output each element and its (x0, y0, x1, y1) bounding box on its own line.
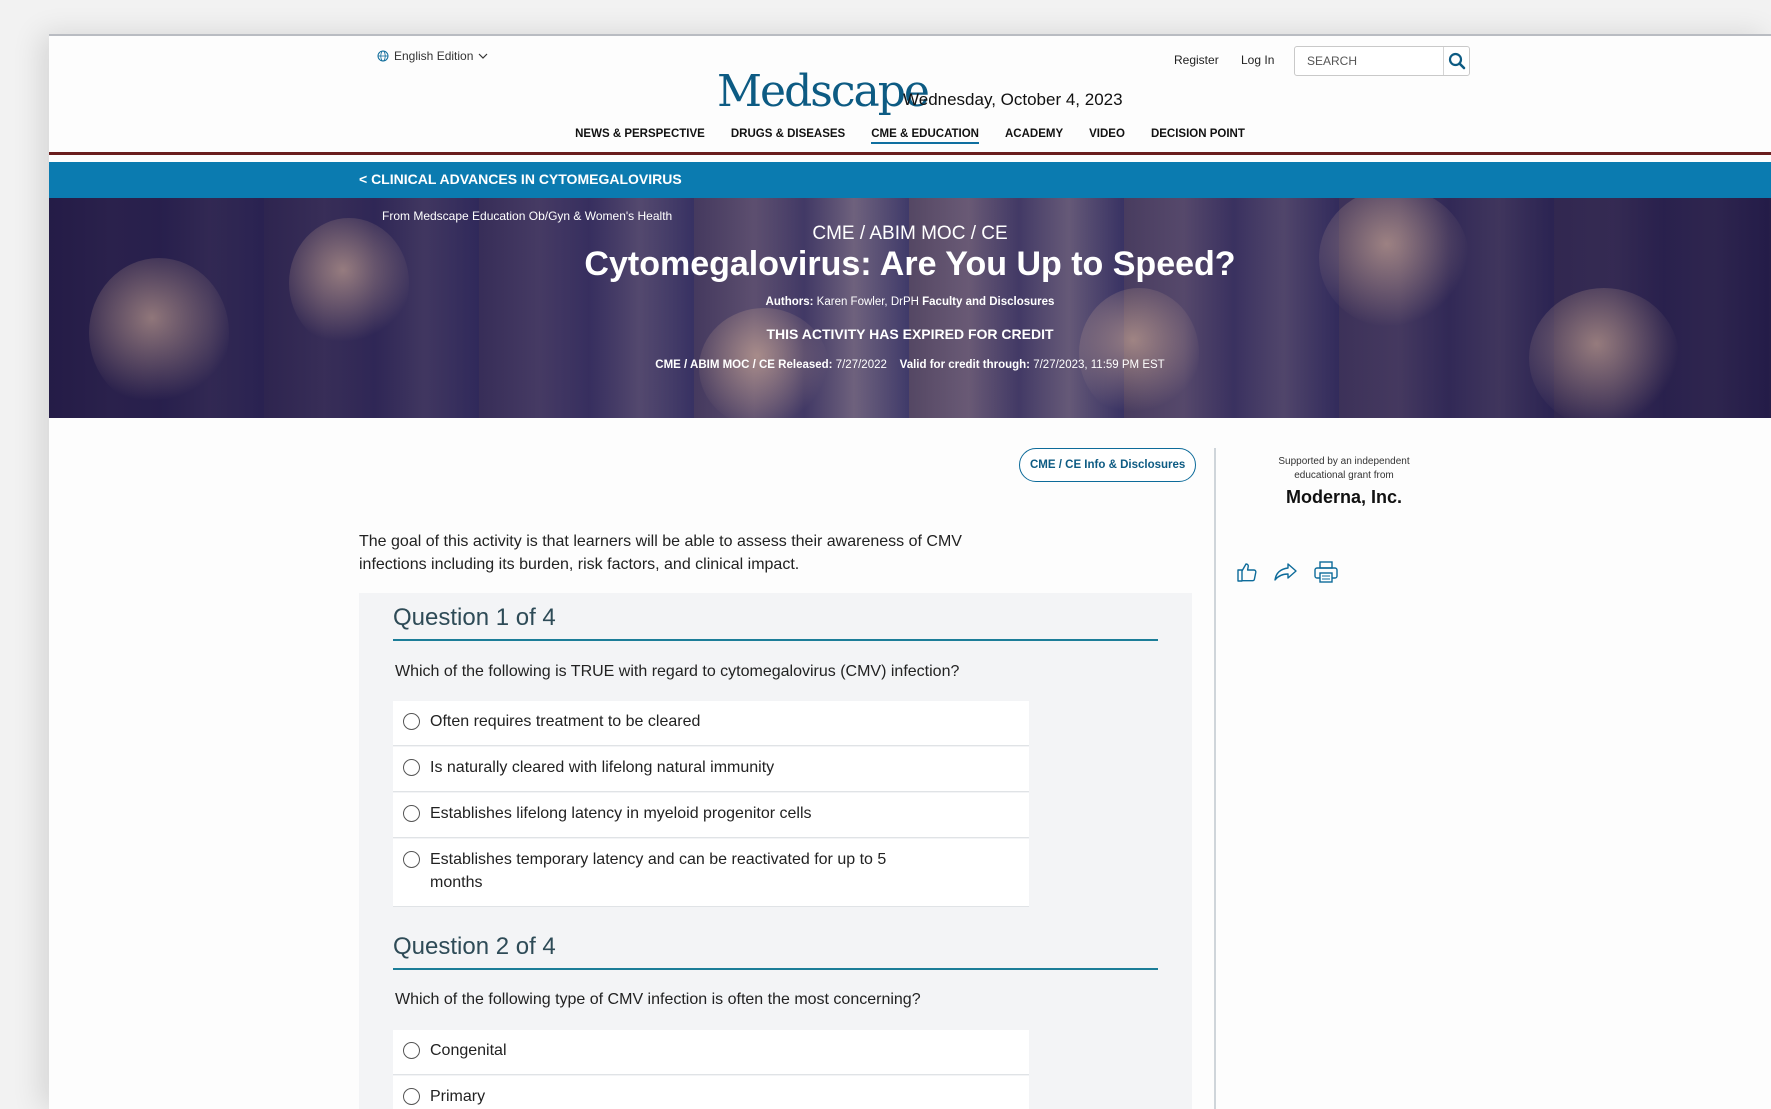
question-1-rule (393, 639, 1158, 641)
cme-info-button[interactable]: CME / CE Info & Disclosures (1019, 448, 1197, 482)
question-2-title: Question 2 of 4 (393, 933, 556, 960)
register-link[interactable]: Register (1174, 53, 1219, 67)
medscape-logo[interactable]: Medscape (717, 70, 930, 114)
grant-support: Supported by an independent educational … (1269, 455, 1419, 508)
edition-label: English Edition (394, 49, 474, 63)
series-back-link[interactable]: < CLINICAL ADVANCES IN CYTOMEGALOVIRUS (359, 171, 682, 187)
radio-button[interactable] (403, 713, 420, 730)
hero-banner: From Medscape Education Ob/Gyn & Women's… (49, 198, 1771, 418)
question-1-option-2[interactable]: Is naturally cleared with lifelong natur… (393, 747, 1029, 792)
support-line-2: educational grant from (1294, 470, 1394, 481)
activity-goal: The goal of this activity is that learne… (359, 533, 962, 573)
nav-news-perspective[interactable]: NEWS & PERSPECTIVE (562, 128, 718, 144)
page-title: Cytomegalovirus: Are You Up to Speed? (584, 245, 1236, 283)
authors-label: Authors: (765, 296, 814, 308)
print-icon[interactable] (1313, 560, 1339, 584)
globe-icon (377, 50, 389, 62)
option-label: Establishes lifelong latency in myeloid … (430, 805, 812, 822)
chevron-down-icon (478, 53, 488, 59)
browser-page: English Edition Register Log In Medscape… (49, 34, 1771, 1109)
search-icon (1448, 52, 1465, 70)
nav-cme-education[interactable]: CME & EDUCATION (858, 128, 992, 144)
option-label: Establishes temporary latency and can be… (430, 851, 887, 891)
valid-through-date: 7/27/2023, 11:59 PM EST (1033, 359, 1165, 371)
question-1-text: Which of the following is TRUE with rega… (395, 663, 960, 680)
valid-through-label: Valid for credit through: (899, 359, 1031, 371)
nav-academy[interactable]: ACADEMY (992, 128, 1076, 144)
login-link[interactable]: Log In (1241, 53, 1274, 67)
option-label: Congenital (430, 1042, 507, 1059)
radio-button[interactable] (403, 1042, 420, 1059)
hero-kicker: CME / ABIM MOC / CE (812, 223, 1008, 244)
question-1-option-4[interactable]: Establishes temporary latency and can be… (393, 839, 1029, 907)
question-1-option-3[interactable]: Establishes lifelong latency in myeloid … (393, 793, 1029, 838)
quiz-panel: Question 1 of 4 Which of the following i… (359, 593, 1192, 1109)
nav-decision-point[interactable]: DECISION POINT (1138, 128, 1258, 144)
question-1-title: Question 1 of 4 (393, 604, 556, 631)
expired-notice: THIS ACTIVITY HAS EXPIRED FOR CREDIT (766, 326, 1054, 342)
radio-button[interactable] (403, 851, 420, 868)
sponsor-name: Moderna, Inc. (1285, 487, 1402, 507)
edition-selector[interactable]: English Edition (377, 49, 488, 63)
hero-source: From Medscape Education Ob/Gyn & Women's… (382, 209, 673, 223)
option-label: Is naturally cleared with lifelong natur… (430, 759, 775, 776)
thumbs-up-icon[interactable] (1235, 560, 1259, 584)
support-line-1: Supported by an independent (1278, 456, 1410, 467)
search-box (1294, 46, 1470, 76)
hero-authors: Authors: Karen Fowler, DrPH Faculty and … (49, 296, 1771, 308)
credit-dates: CME / ABIM MOC / CE Released: 7/27/2022 … (49, 359, 1771, 371)
nav-video[interactable]: VIDEO (1076, 128, 1138, 144)
radio-button[interactable] (403, 759, 420, 776)
nav-drugs-diseases[interactable]: DRUGS & DISEASES (718, 128, 858, 144)
article-actions (1235, 560, 1339, 584)
main-nav: NEWS & PERSPECTIVE DRUGS & DISEASES CME … (49, 128, 1771, 144)
share-icon[interactable] (1273, 560, 1299, 584)
series-bar: < CLINICAL ADVANCES IN CYTOMEGALOVIRUS (49, 162, 1771, 198)
question-2-option-1[interactable]: Congenital (393, 1030, 1029, 1075)
sidebar-divider (1214, 448, 1216, 1109)
current-date: Wednesday, October 4, 2023 (903, 90, 1123, 109)
released-date: 7/27/2022 (835, 359, 887, 371)
faculty-disclosures-link[interactable]: Faculty and Disclosures (922, 296, 1054, 308)
question-2-option-2[interactable]: Primary (393, 1076, 1029, 1109)
authors-name: Karen Fowler, DrPH (816, 296, 919, 308)
question-2-rule (393, 968, 1158, 970)
search-input[interactable] (1295, 47, 1443, 75)
search-button[interactable] (1443, 47, 1469, 75)
radio-button[interactable] (403, 1088, 420, 1105)
option-label: Often requires treatment to be cleared (430, 713, 701, 730)
option-label: Primary (430, 1088, 486, 1105)
radio-button[interactable] (403, 805, 420, 822)
question-2-text: Which of the following type of CMV infec… (395, 991, 921, 1008)
question-1-option-1[interactable]: Often requires treatment to be cleared (393, 701, 1029, 746)
released-label: CME / ABIM MOC / CE Released: (655, 359, 833, 371)
header-rule (49, 152, 1771, 155)
